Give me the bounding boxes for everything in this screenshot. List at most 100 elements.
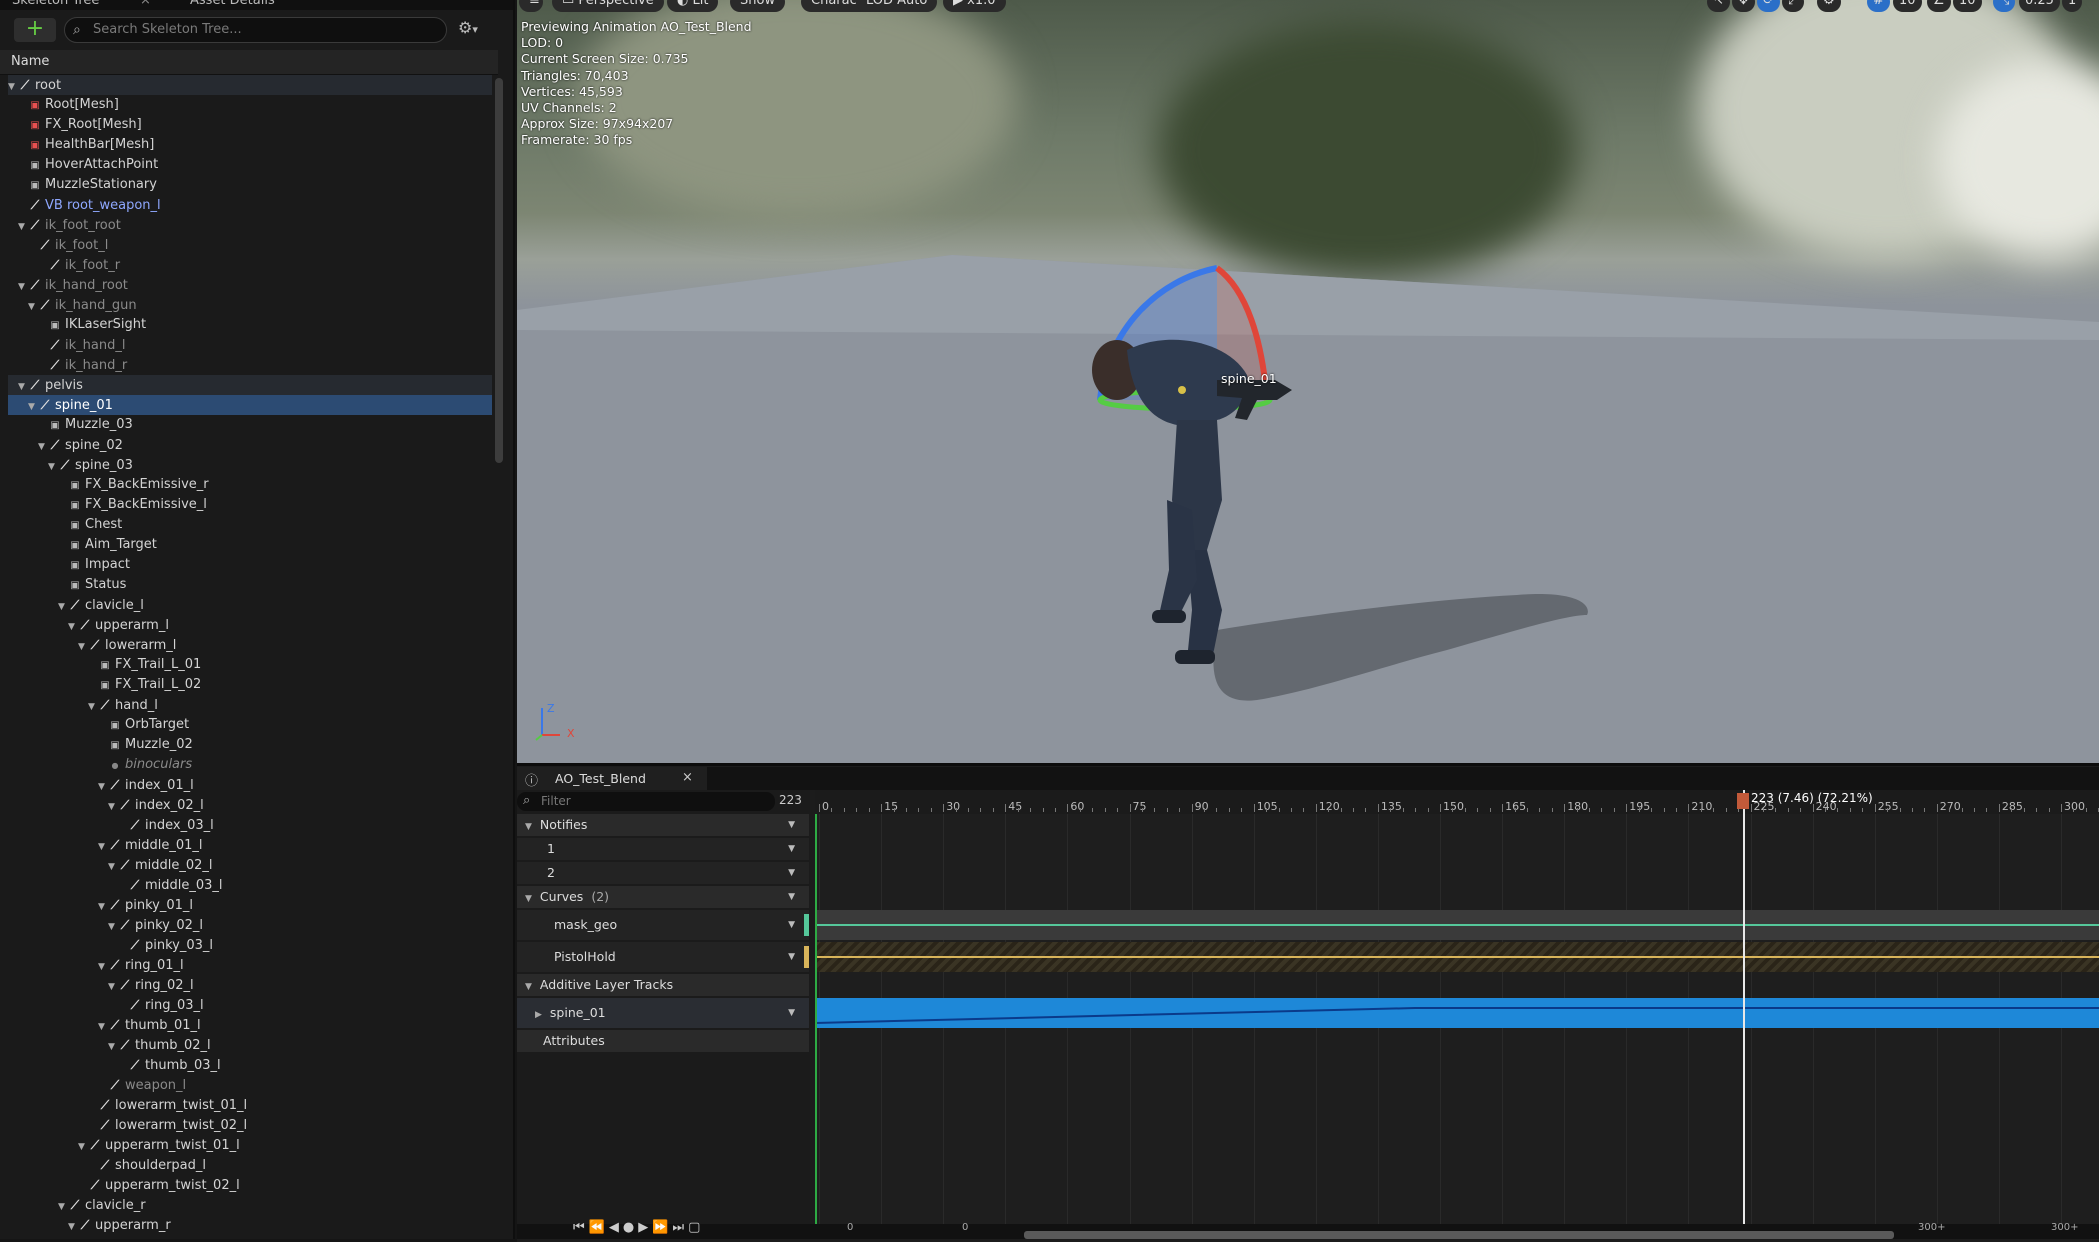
tree-row[interactable]: ⟋ pinky_03_l <box>8 935 492 955</box>
tree-row[interactable]: ▼ ⟋ ik_foot_root <box>8 215 492 235</box>
tree-row[interactable]: ⟋ ik_hand_r <box>8 355 492 375</box>
expand-arrow-icon[interactable]: ▼ <box>108 917 118 937</box>
scale-tool-icon[interactable]: ⤢ <box>1782 0 1805 12</box>
playback-speed-button[interactable]: ▶ x1.0 <box>943 0 1006 12</box>
tree-row[interactable]: ⟋ lowerarm_twist_02_l <box>8 1115 492 1135</box>
expand-arrow-icon[interactable]: ▼ <box>28 397 38 417</box>
tree-row[interactable]: ▼ ⟋ thumb_01_l <box>8 1015 492 1035</box>
angle-snap-icon[interactable]: ∠ <box>1927 0 1951 12</box>
tree-row[interactable]: ● binoculars <box>8 755 492 775</box>
tree-row[interactable]: ▣ Muzzle_03 <box>8 415 492 435</box>
expand-arrow-icon[interactable]: ▼ <box>88 697 98 717</box>
tree-row[interactable]: ▣ HealthBar[Mesh] <box>8 135 492 155</box>
tab-asset-details[interactable]: Asset Details <box>190 0 275 9</box>
expand-arrow-icon[interactable]: ▼ <box>98 957 108 977</box>
expand-arrow-icon[interactable]: ▼ <box>58 1197 68 1217</box>
show-button[interactable]: Show <box>730 0 786 12</box>
tree-row[interactable]: ▼ ⟋ upperarm_l <box>8 615 492 635</box>
expand-arrow-icon[interactable]: ▼ <box>38 437 48 457</box>
tree-row[interactable]: ▣ FX_BackEmissive_r <box>8 475 492 495</box>
perspective-button[interactable]: ▭ Perspective <box>552 0 664 12</box>
expand-arrow-icon[interactable]: ▼ <box>98 777 108 797</box>
tree-row[interactable]: ▼ ⟋ hand_l <box>8 695 492 715</box>
tree-row[interactable]: ▣ HoverAttachPoint <box>8 155 492 175</box>
curve-lane-pistolhold[interactable] <box>815 942 2099 972</box>
tree-row[interactable]: ▣ Impact <box>8 555 492 575</box>
tree-row[interactable]: ▼ ⟋ ik_hand_root <box>8 275 492 295</box>
frame-counter[interactable]: 223 <box>779 793 802 807</box>
menu-icon[interactable]: ≡ <box>519 0 543 12</box>
angle-snap-value[interactable]: 10 <box>1953 0 1982 12</box>
tree-row[interactable]: ▼ ⟋ spine_02 <box>8 435 492 455</box>
filter-input[interactable]: ⌕ Filter <box>517 792 775 811</box>
expand-arrow-icon[interactable]: ▼ <box>68 617 78 637</box>
expand-arrow-icon[interactable]: ▼ <box>108 977 118 997</box>
tree-row[interactable]: ▼ ⟋ upperarm_r <box>8 1215 492 1235</box>
tree-row[interactable]: ▣ Muzzle_02 <box>8 735 492 755</box>
tree-row[interactable]: ▼ ⟋ ring_01_l <box>8 955 492 975</box>
expand-arrow-icon[interactable]: ▼ <box>108 1037 118 1057</box>
expand-arrow-icon[interactable]: ▼ <box>78 637 88 657</box>
transport-controls[interactable]: ⏮⏪◀●▶⏩⏭▢ <box>573 1220 704 1235</box>
expand-arrow-icon[interactable]: ▼ <box>28 297 38 317</box>
translate-tool-icon[interactable]: ✥ <box>1732 0 1755 12</box>
tree-row[interactable]: ⟋ thumb_03_l <box>8 1055 492 1075</box>
tree-row[interactable]: ▼ ⟋ pinky_01_l <box>8 895 492 915</box>
tree-row[interactable]: ▣ Root[Mesh] <box>8 95 492 115</box>
tree-row[interactable]: ▼ ⟋ pinky_02_l <box>8 915 492 935</box>
viewport-count-value[interactable]: 1 <box>2062 0 2083 12</box>
expand-arrow-icon[interactable]: ▼ <box>18 277 28 297</box>
tree-row[interactable]: ▼ ⟋ spine_01 <box>8 395 492 415</box>
expand-arrow-icon[interactable]: ▼ <box>58 597 68 617</box>
help-icon[interactable]: ⓘ <box>525 770 538 789</box>
additive-section[interactable]: ▼ Additive Layer Tracks <box>517 974 809 996</box>
tree-row[interactable]: ▼ ⟋ lowerarm_l <box>8 635 492 655</box>
curves-section[interactable]: ▼ Curves (2) ▼ <box>517 886 809 908</box>
tree-row[interactable]: ▣ Aim_Target <box>8 535 492 555</box>
tree-row[interactable]: ▣ FX_Root[Mesh] <box>8 115 492 135</box>
playhead-handle[interactable] <box>1737 793 1749 809</box>
scale-snap-value[interactable]: 0.25 <box>2019 0 2060 12</box>
tree-row[interactable]: ⟋ VB root_weapon_l <box>8 195 492 215</box>
tree-row[interactable]: ⟋ index_03_l <box>8 815 492 835</box>
tree-row[interactable]: ▼ ⟋ spine_03 <box>8 455 492 475</box>
tree-row[interactable]: ▼ ⟋ ring_02_l <box>8 975 492 995</box>
timeline-scrollbar[interactable] <box>1024 1231 1894 1239</box>
tab-close-icon[interactable]: × <box>140 0 151 9</box>
tree-row[interactable]: ⟋ shoulderpad_l <box>8 1155 492 1175</box>
search-input[interactable]: ⌕ Search Skeleton Tree... <box>64 17 447 43</box>
curve-track[interactable]: PistolHold ▼ <box>517 942 809 972</box>
add-bone-button[interactable]: + <box>14 18 56 42</box>
expand-arrow-icon[interactable]: ▼ <box>48 457 58 477</box>
tree-row[interactable]: ▣ Chest <box>8 515 492 535</box>
close-tab-icon[interactable]: × <box>682 770 693 785</box>
tree-row[interactable]: ▼ ⟋ index_01_l <box>8 775 492 795</box>
expand-arrow-icon[interactable]: ▼ <box>98 1017 108 1037</box>
tree-scrollbar[interactable] <box>495 78 503 463</box>
camera-speed-icon[interactable]: ⚙ <box>1817 0 1841 12</box>
tree-row[interactable]: ▣ FX_BackEmissive_l <box>8 495 492 515</box>
timeline-ruler[interactable]: 0 15 30 45 60 75 90 105 120 135 150 165 180 195 210 225… <box>815 790 2099 814</box>
tree-row[interactable]: ⟋ ring_03_l <box>8 995 492 1015</box>
rotate-tool-icon[interactable]: ⟳ <box>1757 0 1780 12</box>
lod-button[interactable]: LOD Auto <box>856 0 938 12</box>
tree-row[interactable]: ▼ ⟋ middle_01_l <box>8 835 492 855</box>
curve-lane-mask-geo[interactable] <box>815 910 2099 940</box>
playhead-line[interactable] <box>1743 790 1745 1239</box>
tree-row[interactable]: ⟋ lowerarm_twist_01_l <box>8 1095 492 1115</box>
expand-arrow-icon[interactable]: ▼ <box>68 1217 78 1237</box>
tree-row[interactable]: ▼ ⟋ middle_02_l <box>8 855 492 875</box>
expand-arrow-icon[interactable]: ▼ <box>108 797 118 817</box>
tree-row[interactable]: ▣ FX_Trail_L_02 <box>8 675 492 695</box>
lit-button[interactable]: ◐ Lit <box>667 0 719 12</box>
preview-viewport[interactable]: spine_01 ≡ ▭ Perspective ◐ Lit Show Char… <box>517 0 2099 763</box>
tree-row[interactable]: ▼ ⟋ thumb_02_l <box>8 1035 492 1055</box>
additive-track[interactable]: ▶ spine_01 ▼ <box>517 998 809 1028</box>
tree-row[interactable]: ⟋ ik_foot_l <box>8 235 492 255</box>
timeline-graph[interactable] <box>815 790 2099 1239</box>
expand-arrow-icon[interactable]: ▼ <box>98 837 108 857</box>
tree-row[interactable]: ⟋ ik_foot_r <box>8 255 492 275</box>
tree-row[interactable]: ⟋ middle_03_l <box>8 875 492 895</box>
expand-arrow-icon[interactable]: ▼ <box>98 897 108 917</box>
tree-row[interactable]: ▼ ⟋ root <box>8 75 492 95</box>
